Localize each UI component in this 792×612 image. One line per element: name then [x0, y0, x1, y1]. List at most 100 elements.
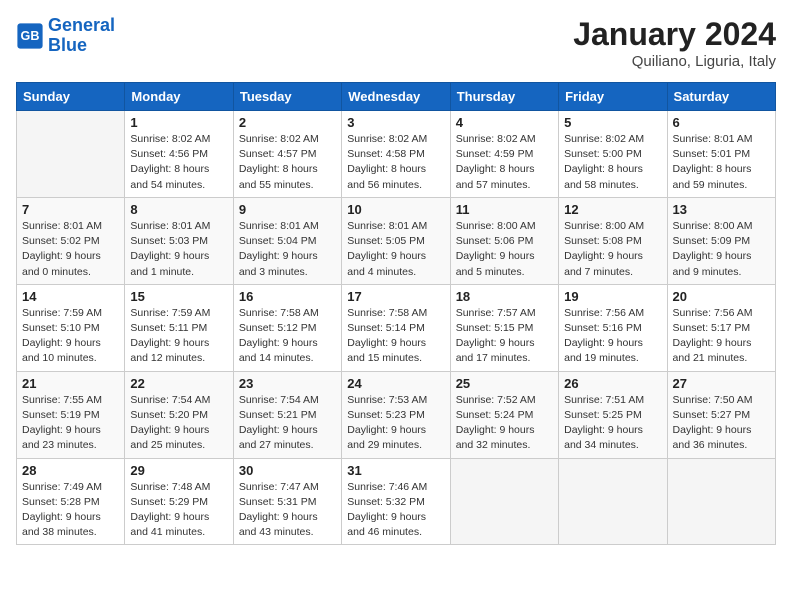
calendar-cell: 19 Sunrise: 7:56 AMSunset: 5:16 PMDayligh…: [559, 284, 667, 371]
logo: GB General Blue: [16, 16, 115, 56]
column-header-saturday: Saturday: [667, 83, 775, 111]
calendar-cell: [559, 458, 667, 545]
logo-icon: GB: [16, 22, 44, 50]
day-info: Sunrise: 8:01 AMSunset: 5:04 PMDaylight:…: [239, 219, 336, 280]
day-info: Sunrise: 8:01 AMSunset: 5:01 PMDaylight:…: [673, 132, 770, 193]
calendar-cell: 16 Sunrise: 7:58 AMSunset: 5:12 PMDayligh…: [233, 284, 341, 371]
day-number: 13: [673, 202, 770, 217]
day-number: 27: [673, 376, 770, 391]
day-info: Sunrise: 7:50 AMSunset: 5:27 PMDaylight:…: [673, 393, 770, 454]
day-number: 10: [347, 202, 444, 217]
day-number: 1: [130, 115, 227, 130]
calendar-cell: 17Sunrise: 7:58 AMSunset: 5:14 PMDayligh…: [342, 284, 450, 371]
calendar-week-row: 21 Sunrise: 7:55 AMSunset: 5:19 PMDayligh…: [17, 371, 776, 458]
day-number: 23: [239, 376, 336, 391]
day-info: Sunrise: 8:02 AMSunset: 4:59 PMDaylight:…: [456, 132, 553, 193]
calendar-cell: 13 Sunrise: 8:00 AMSunset: 5:09 PMDayligh…: [667, 197, 775, 284]
calendar-cell: 8 Sunrise: 8:01 AMSunset: 5:03 PMDaylight…: [125, 197, 233, 284]
calendar-header-row: SundayMondayTuesdayWednesdayThursdayFrid…: [17, 83, 776, 111]
calendar-week-row: 28 Sunrise: 7:49 AMSunset: 5:28 PMDayligh…: [17, 458, 776, 545]
day-number: 30: [239, 463, 336, 478]
day-info: Sunrise: 7:53 AMSunset: 5:23 PMDaylight:…: [347, 393, 444, 454]
logo-blue: Blue: [48, 35, 87, 55]
day-number: 28: [22, 463, 119, 478]
column-header-monday: Monday: [125, 83, 233, 111]
title-block: January 2024 Quiliano, Liguria, Italy: [573, 16, 776, 70]
calendar-cell: 12 Sunrise: 8:00 AMSunset: 5:08 PMDayligh…: [559, 197, 667, 284]
calendar-cell: 21 Sunrise: 7:55 AMSunset: 5:19 PMDayligh…: [17, 371, 125, 458]
page-header: GB General Blue January 2024 Quiliano, L…: [16, 16, 776, 70]
day-number: 15: [130, 289, 227, 304]
day-info: Sunrise: 7:55 AMSunset: 5:19 PMDaylight:…: [22, 393, 119, 454]
day-number: 9: [239, 202, 336, 217]
day-number: 21: [22, 376, 119, 391]
day-info: Sunrise: 7:56 AMSunset: 5:16 PMDaylight:…: [564, 306, 661, 367]
day-info: Sunrise: 7:47 AMSunset: 5:31 PMDaylight:…: [239, 480, 336, 541]
day-info: Sunrise: 7:49 AMSunset: 5:28 PMDaylight:…: [22, 480, 119, 541]
day-number: 8: [130, 202, 227, 217]
column-header-tuesday: Tuesday: [233, 83, 341, 111]
calendar-cell: 30 Sunrise: 7:47 AMSunset: 5:31 PMDayligh…: [233, 458, 341, 545]
day-number: 12: [564, 202, 661, 217]
month-title: January 2024: [573, 16, 776, 53]
day-number: 11: [456, 202, 553, 217]
calendar-cell: 3Sunrise: 8:02 AMSunset: 4:58 PMDaylight…: [342, 111, 450, 198]
calendar-cell: 9 Sunrise: 8:01 AMSunset: 5:04 PMDaylight…: [233, 197, 341, 284]
day-info: Sunrise: 8:02 AMSunset: 5:00 PMDaylight:…: [564, 132, 661, 193]
day-info: Sunrise: 8:02 AMSunset: 4:57 PMDaylight:…: [239, 132, 336, 193]
day-info: Sunrise: 8:01 AMSunset: 5:03 PMDaylight:…: [130, 219, 227, 280]
day-info: Sunrise: 7:57 AMSunset: 5:15 PMDaylight:…: [456, 306, 553, 367]
day-number: 20: [673, 289, 770, 304]
day-info: Sunrise: 7:58 AMSunset: 5:12 PMDaylight:…: [239, 306, 336, 367]
calendar-cell: 15Sunrise: 7:59 AMSunset: 5:11 PMDayligh…: [125, 284, 233, 371]
day-number: 31: [347, 463, 444, 478]
day-info: Sunrise: 8:01 AMSunset: 5:05 PMDaylight:…: [347, 219, 444, 280]
day-number: 2: [239, 115, 336, 130]
day-number: 22: [130, 376, 227, 391]
calendar-cell: 24 Sunrise: 7:53 AMSunset: 5:23 PMDayligh…: [342, 371, 450, 458]
calendar-cell: 11 Sunrise: 8:00 AMSunset: 5:06 PMDayligh…: [450, 197, 558, 284]
calendar-cell: 22 Sunrise: 7:54 AMSunset: 5:20 PMDayligh…: [125, 371, 233, 458]
day-info: Sunrise: 7:48 AMSunset: 5:29 PMDaylight:…: [130, 480, 227, 541]
calendar-cell: 28 Sunrise: 7:49 AMSunset: 5:28 PMDayligh…: [17, 458, 125, 545]
calendar-cell: 6 Sunrise: 8:01 AMSunset: 5:01 PMDaylight…: [667, 111, 775, 198]
column-header-friday: Friday: [559, 83, 667, 111]
day-number: 19: [564, 289, 661, 304]
calendar-table: SundayMondayTuesdayWednesdayThursdayFrid…: [16, 82, 776, 545]
column-header-sunday: Sunday: [17, 83, 125, 111]
calendar-cell: [17, 111, 125, 198]
day-number: 18: [456, 289, 553, 304]
day-info: Sunrise: 8:00 AMSunset: 5:08 PMDaylight:…: [564, 219, 661, 280]
day-info: Sunrise: 8:02 AMSunset: 4:56 PMDaylight:…: [130, 132, 227, 193]
day-number: 26: [564, 376, 661, 391]
day-number: 16: [239, 289, 336, 304]
logo-text: General Blue: [48, 16, 115, 56]
calendar-cell: 10 Sunrise: 8:01 AMSunset: 5:05 PMDayligh…: [342, 197, 450, 284]
day-info: Sunrise: 7:51 AMSunset: 5:25 PMDaylight:…: [564, 393, 661, 454]
day-info: Sunrise: 7:46 AMSunset: 5:32 PMDaylight:…: [347, 480, 444, 541]
day-info: Sunrise: 7:59 AMSunset: 5:10 PMDaylight:…: [22, 306, 119, 367]
day-number: 7: [22, 202, 119, 217]
svg-text:GB: GB: [21, 29, 40, 43]
day-info: Sunrise: 8:00 AMSunset: 5:09 PMDaylight:…: [673, 219, 770, 280]
calendar-cell: 26 Sunrise: 7:51 AMSunset: 5:25 PMDayligh…: [559, 371, 667, 458]
calendar-cell: 14 Sunrise: 7:59 AMSunset: 5:10 PMDayligh…: [17, 284, 125, 371]
calendar-cell: 25Sunrise: 7:52 AMSunset: 5:24 PMDayligh…: [450, 371, 558, 458]
calendar-cell: 1 Sunrise: 8:02 AMSunset: 4:56 PMDaylight…: [125, 111, 233, 198]
day-number: 17: [347, 289, 444, 304]
calendar-cell: 20 Sunrise: 7:56 AMSunset: 5:17 PMDayligh…: [667, 284, 775, 371]
day-info: Sunrise: 7:54 AMSunset: 5:20 PMDaylight:…: [130, 393, 227, 454]
day-info: Sunrise: 7:54 AMSunset: 5:21 PMDaylight:…: [239, 393, 336, 454]
day-info: Sunrise: 8:00 AMSunset: 5:06 PMDaylight:…: [456, 219, 553, 280]
day-number: 4: [456, 115, 553, 130]
column-header-thursday: Thursday: [450, 83, 558, 111]
day-info: Sunrise: 8:02 AMSunset: 4:58 PMDaylight:…: [347, 132, 444, 193]
day-info: Sunrise: 7:56 AMSunset: 5:17 PMDaylight:…: [673, 306, 770, 367]
location-subtitle: Quiliano, Liguria, Italy: [573, 53, 776, 70]
calendar-week-row: 14 Sunrise: 7:59 AMSunset: 5:10 PMDayligh…: [17, 284, 776, 371]
day-number: 24: [347, 376, 444, 391]
calendar-cell: 5Sunrise: 8:02 AMSunset: 5:00 PMDaylight…: [559, 111, 667, 198]
day-number: 6: [673, 115, 770, 130]
day-number: 14: [22, 289, 119, 304]
column-header-wednesday: Wednesday: [342, 83, 450, 111]
